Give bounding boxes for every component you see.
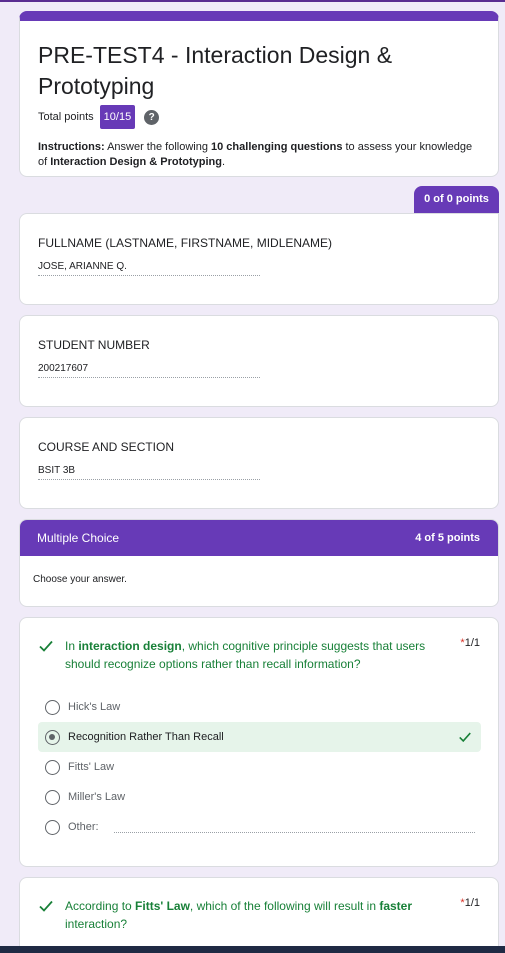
q1-text-bold: interaction design [78, 639, 182, 653]
section-header: Multiple Choice 4 of 5 points [20, 520, 498, 556]
other-input[interactable] [113, 821, 475, 833]
section-points: 4 of 5 points [415, 532, 480, 544]
student-number-card: STUDENT NUMBER 200217607 [19, 315, 499, 407]
form-instructions: Instructions: Answer the following 10 ch… [38, 140, 480, 170]
q2-text-mid: , which of the following will result in [189, 899, 380, 913]
radio-button[interactable] [45, 759, 60, 775]
option-recognition-rather-than-recall[interactable]: Recognition Rather Than Recall [38, 722, 481, 752]
option-other[interactable]: Other: [38, 812, 481, 842]
radio-button[interactable] [45, 819, 60, 835]
form-title: PRE-TEST4 - Interaction Design & Prototy… [38, 42, 393, 99]
section-description: Choose your answer. [33, 574, 127, 585]
instructions-bold-1: 10 challenging questions [211, 141, 343, 153]
total-points-badge: 10/15 [99, 105, 136, 129]
option-label: Fitts' Law [68, 761, 115, 773]
correct-check-icon [39, 640, 53, 652]
section-title: Multiple Choice [37, 531, 120, 545]
multiple-choice-section: Multiple Choice 4 of 5 points Choose you… [19, 519, 499, 607]
instructions-text-1: Answer the following [104, 141, 212, 153]
course-section-label: COURSE AND SECTION [38, 440, 175, 454]
option-hicks-law[interactable]: Hick's Law [38, 692, 481, 722]
option-fitts-law[interactable]: Fitts' Law [38, 752, 481, 782]
total-points-label: Total points [38, 111, 94, 123]
student-number-label: STUDENT NUMBER [38, 338, 150, 352]
course-section-card: COURSE AND SECTION BSIT 3B [19, 417, 499, 509]
question-score: *1/1 [460, 637, 480, 649]
correct-answer-check-icon [459, 732, 471, 743]
question-header: According to Fitts' Law, which of the fo… [38, 897, 482, 933]
q2-text-before: According to [65, 899, 136, 913]
option-millers-law[interactable]: Miller's Law [38, 782, 481, 812]
course-section-value: BSIT 3B [38, 465, 260, 480]
answer-options: Hick's Law Recognition Rather Than Recal… [38, 692, 481, 842]
option-label: Hick's Law [68, 701, 121, 713]
fullname-value: JOSE, ARIANNE Q. [38, 261, 260, 276]
question-card-2: According to Fitts' Law, which of the fo… [19, 877, 499, 953]
q2-text-after: interaction? [65, 917, 128, 931]
q2-text-bold-2: faster [379, 899, 413, 913]
q1-text-before: In [65, 639, 79, 653]
question-text: According to Fitts' Law, which of the fo… [65, 897, 445, 933]
score-value: 1/1 [464, 897, 480, 909]
radio-button-selected[interactable] [45, 729, 60, 745]
score-value: 1/1 [464, 637, 480, 649]
instructions-text-end: . [221, 156, 226, 168]
total-points-row: Total points 10/15 ? [38, 105, 498, 129]
correct-check-icon [39, 900, 53, 912]
radio-button[interactable] [45, 699, 60, 715]
radio-button[interactable] [45, 789, 60, 805]
question-text: In interaction design, which cognitive p… [65, 637, 445, 673]
question-score: *1/1 [460, 897, 480, 909]
instructions-prefix: Instructions: [38, 141, 105, 153]
question-header: In interaction design, which cognitive p… [38, 637, 482, 673]
help-icon[interactable]: ? [144, 109, 160, 125]
instructions-bold-2: Interaction Design & Prototyping [50, 156, 222, 168]
q2-text-bold: Fitts' Law [135, 899, 190, 913]
student-number-value: 200217607 [38, 363, 260, 378]
option-label: Miller's Law [68, 791, 126, 803]
info-points-tab: 0 of 0 points [414, 186, 499, 213]
option-label: Other: [68, 821, 99, 833]
top-accent-line [0, 0, 505, 2]
bottom-bar [0, 946, 505, 953]
option-label: Recognition Rather Than Recall [68, 731, 224, 743]
fullname-label: FULLNAME (LASTNAME, FIRSTNAME, MIDLENAME… [38, 236, 333, 250]
form-header-card: PRE-TEST4 - Interaction Design & Prototy… [19, 11, 499, 177]
question-card-1: In interaction design, which cognitive p… [19, 617, 499, 867]
fullname-card: FULLNAME (LASTNAME, FIRSTNAME, MIDLENAME… [19, 213, 499, 305]
